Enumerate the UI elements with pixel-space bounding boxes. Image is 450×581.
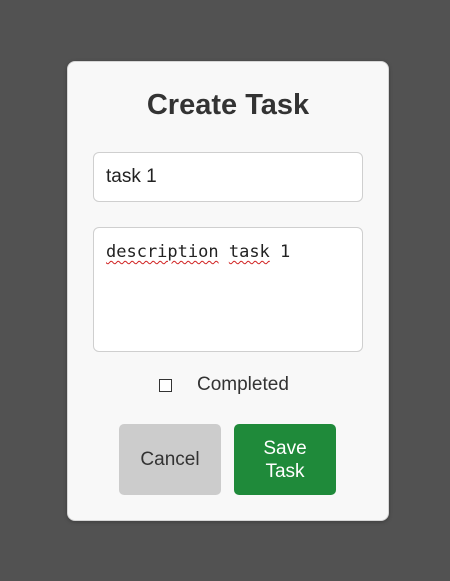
dialog-title: Create Task — [146, 89, 310, 121]
task-name-input[interactable] — [93, 152, 363, 202]
spellcheck-word: task — [228, 242, 270, 262]
task-description-text: description task 1 — [106, 242, 291, 262]
completed-checkbox[interactable] — [159, 378, 172, 392]
cancel-button[interactable]: Cancel — [119, 424, 221, 495]
create-task-dialog: Create Task description task 1 Completed… — [67, 61, 389, 521]
save-task-button[interactable]: Save Task — [234, 424, 336, 495]
completed-label: Completed — [197, 374, 289, 395]
completed-row: Completed — [159, 373, 289, 397]
spellcheck-word: description — [106, 242, 219, 262]
